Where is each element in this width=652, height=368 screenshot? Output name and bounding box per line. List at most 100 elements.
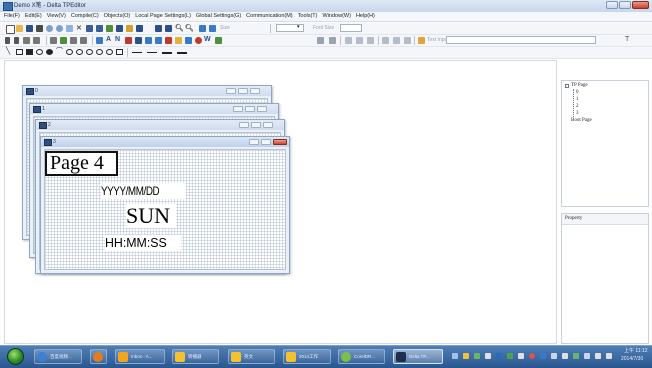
line-icon[interactable]: ╲ xyxy=(6,47,10,56)
clock-time[interactable]: 上午 11:12 xyxy=(624,348,648,354)
taskbar-button-outlook[interactable]: Inbox - A... xyxy=(115,349,165,364)
page-window-caption[interactable]: 1 xyxy=(30,104,278,114)
polygon-icon[interactable] xyxy=(116,49,123,55)
taskbar-button-delta-tp[interactable]: Delta TP... xyxy=(393,349,443,364)
character-icon[interactable] xyxy=(125,37,132,44)
page-restore-button[interactable] xyxy=(261,139,271,145)
round-rect-icon[interactable] xyxy=(106,49,113,55)
menu-help[interactable]: Help(H) xyxy=(356,12,375,21)
communication-icon[interactable] xyxy=(136,25,143,32)
page-window-caption[interactable]: 2 xyxy=(36,120,284,130)
print-icon[interactable] xyxy=(36,25,43,32)
day-of-week-object[interactable]: SUN xyxy=(126,204,176,228)
same-height-icon[interactable] xyxy=(393,37,400,44)
tree-node-boot-page[interactable]: Boot Page xyxy=(571,118,592,124)
ellipse-icon[interactable] xyxy=(66,49,73,55)
w-object-icon[interactable]: W xyxy=(204,35,211,44)
page-restore-button[interactable] xyxy=(245,106,255,112)
maximize-button[interactable] xyxy=(619,1,631,9)
date-object[interactable]: YYYY/MM/DD xyxy=(101,183,186,199)
arc-icon[interactable]: ⌒ xyxy=(56,47,63,56)
menu-compile[interactable]: Compile(C) xyxy=(71,12,99,21)
multistate-icon[interactable] xyxy=(23,37,30,44)
screen-alt-icon[interactable] xyxy=(165,25,172,32)
save-icon[interactable] xyxy=(26,25,33,32)
page-close-button[interactable] xyxy=(257,106,267,112)
bar-graph-icon[interactable] xyxy=(60,37,67,44)
menu-objects[interactable]: Objects(O) xyxy=(104,12,131,21)
line-style-solid-icon[interactable] xyxy=(132,52,142,53)
tree-node-page-2[interactable]: 2 xyxy=(576,104,579,110)
zoom-out-icon[interactable]: 🔍︎ xyxy=(185,24,194,33)
menu-communication[interactable]: Communication(M) xyxy=(246,12,292,21)
line-style-thick-icon[interactable] xyxy=(177,52,187,54)
page-minimize-button[interactable] xyxy=(239,122,249,128)
minimize-button[interactable] xyxy=(606,1,618,9)
copy-icon[interactable] xyxy=(86,25,93,32)
align-top-icon[interactable] xyxy=(345,37,352,44)
menu-edit[interactable]: Edit(E) xyxy=(25,12,42,21)
xy-chart-icon[interactable] xyxy=(215,37,222,44)
taskbar-button-folder-1[interactable]: 转播器 xyxy=(172,349,219,364)
text-object-icon[interactable]: A xyxy=(106,35,111,44)
tray-app-icon[interactable] xyxy=(518,353,524,359)
taskbar-button-folder-2[interactable]: 英文 xyxy=(228,349,275,364)
open-folder-icon[interactable] xyxy=(16,25,23,32)
tree-node-page-1[interactable]: 1 xyxy=(576,97,579,103)
filled-rectangle-icon[interactable] xyxy=(26,49,33,55)
zoom-in-icon[interactable]: 🔍︎ xyxy=(175,24,184,33)
menu-window[interactable]: Window(W) xyxy=(323,12,351,21)
property-panel[interactable]: Property xyxy=(561,213,649,344)
project-tree-panel[interactable]: TP Page 0 1 2 3 Boot Page xyxy=(561,80,649,207)
button-object-icon[interactable] xyxy=(5,37,10,44)
switch-object-icon[interactable] xyxy=(14,37,19,44)
align-center-icon[interactable] xyxy=(329,37,336,44)
settings-icon[interactable] xyxy=(56,25,63,32)
tray-app-icon[interactable] xyxy=(474,353,480,359)
network-icon[interactable] xyxy=(573,353,579,359)
menu-tools[interactable]: Tools(T) xyxy=(298,12,318,21)
bitmap-icon[interactable] xyxy=(175,37,182,44)
page-close-button[interactable] xyxy=(263,122,273,128)
filled-circle-icon[interactable] xyxy=(46,49,53,55)
page-title-object[interactable]: Page 4 xyxy=(45,151,118,176)
align-left-icon[interactable] xyxy=(317,37,324,44)
tree-collapse-icon[interactable] xyxy=(565,84,569,88)
taskbar-button-browser[interactable]: 百度视频... xyxy=(34,349,82,364)
page-minimize-button[interactable] xyxy=(233,106,243,112)
page-restore-button[interactable] xyxy=(238,88,248,94)
line-style-medium-icon[interactable] xyxy=(162,52,172,54)
tray-ime-icon[interactable] xyxy=(463,353,469,359)
pie-icon[interactable] xyxy=(76,49,83,55)
tray-app-icon[interactable] xyxy=(551,353,557,359)
tree-node-page-0[interactable]: 0 xyxy=(576,90,579,96)
trend-icon[interactable] xyxy=(185,37,192,44)
menu-view[interactable]: View(V) xyxy=(47,12,66,21)
tray-keyboard-icon[interactable] xyxy=(452,353,458,359)
numeric-input-icon[interactable]: N xyxy=(115,35,120,44)
compile-icon[interactable] xyxy=(106,25,113,32)
page-jump-icon[interactable] xyxy=(33,37,40,44)
date-icon[interactable] xyxy=(135,37,142,44)
align-middle-icon[interactable] xyxy=(356,37,363,44)
tree-node-page-3[interactable]: 3 xyxy=(576,111,579,117)
chord-icon[interactable] xyxy=(96,49,103,55)
select-icon[interactable] xyxy=(66,25,73,32)
line-style-thin-icon[interactable] xyxy=(147,52,157,53)
close-button[interactable] xyxy=(632,1,649,9)
preview-icon[interactable] xyxy=(46,25,53,32)
tray-app-icon[interactable] xyxy=(540,353,546,359)
cut-icon[interactable]: ✕ xyxy=(76,24,82,33)
menu-global-settings[interactable]: Global Settings(G) xyxy=(196,12,241,21)
page-window-caption[interactable]: 3 xyxy=(41,137,289,147)
page-window-caption[interactable]: 0 xyxy=(23,86,271,96)
page-close-button[interactable] xyxy=(273,139,287,145)
menu-file[interactable]: File(F) xyxy=(4,12,20,21)
page-restore-button[interactable] xyxy=(251,122,261,128)
time-icon[interactable] xyxy=(145,37,152,44)
redo-icon[interactable] xyxy=(209,25,216,32)
upload-icon[interactable] xyxy=(126,25,133,32)
volume-icon[interactable] xyxy=(595,353,601,359)
screen-icon[interactable] xyxy=(155,25,162,32)
slider-icon[interactable] xyxy=(80,37,87,44)
